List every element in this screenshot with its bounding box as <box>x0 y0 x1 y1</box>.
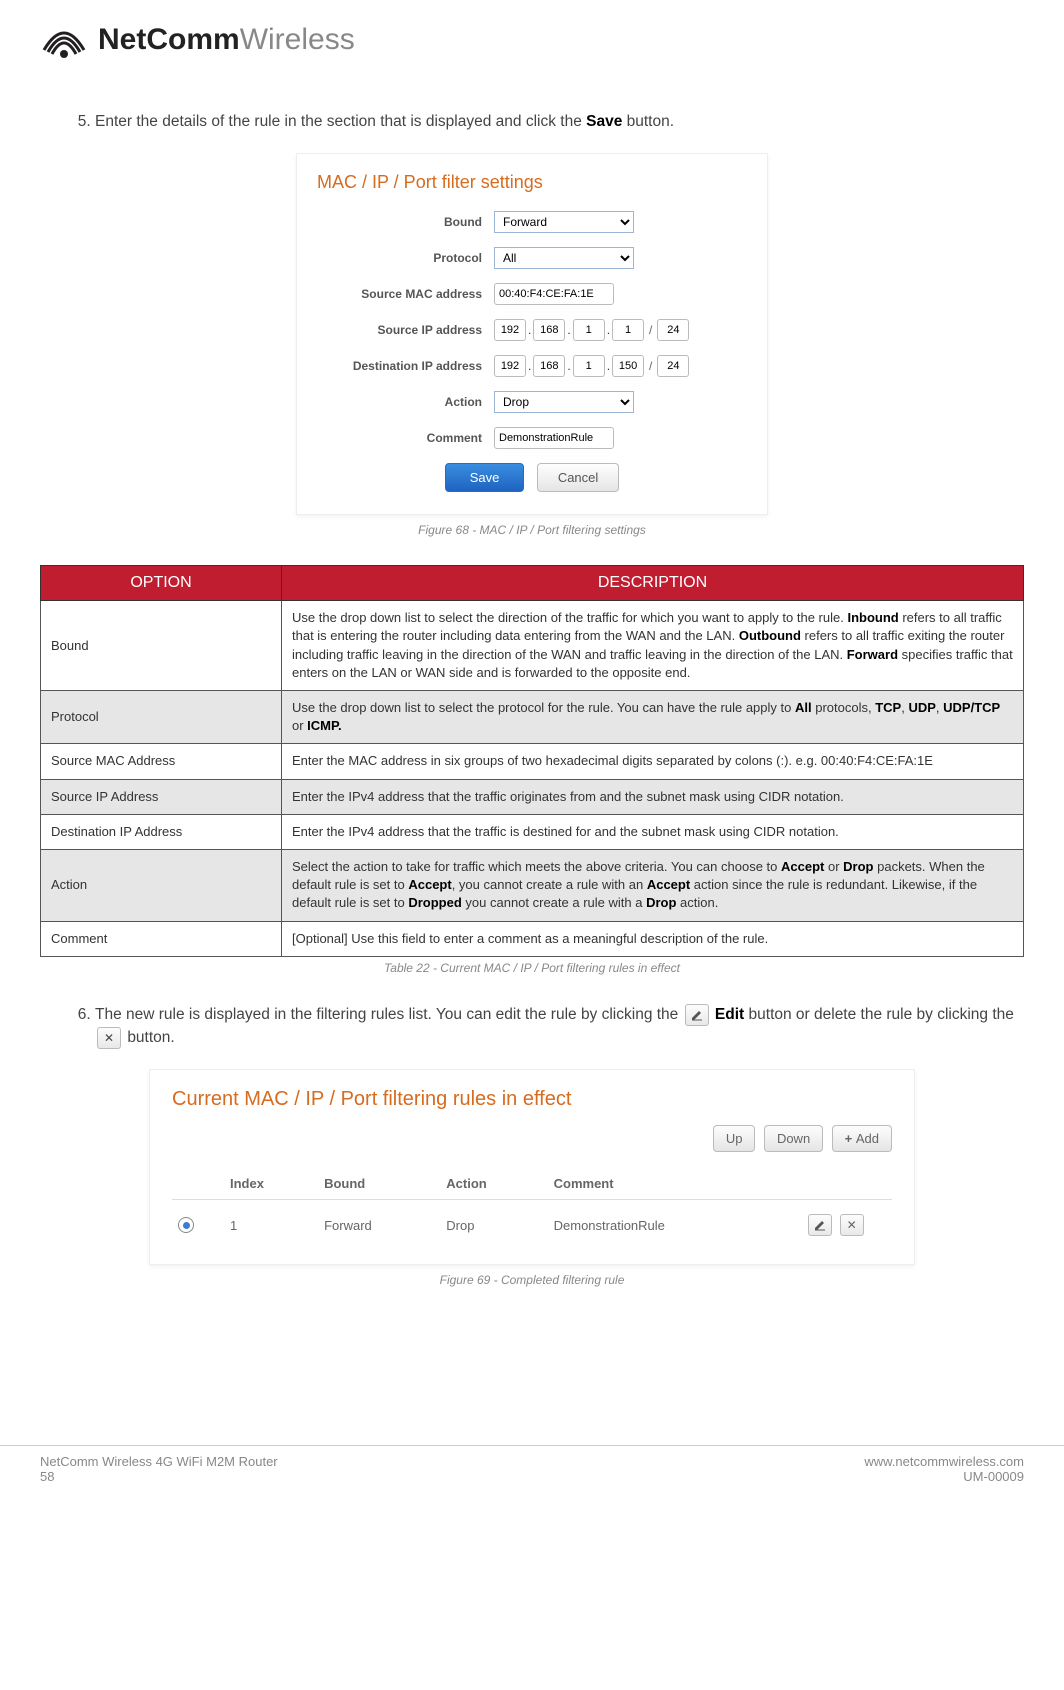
cell-index: 1 <box>224 1200 318 1239</box>
cell-description: Enter the IPv4 address that the traffic … <box>282 779 1024 814</box>
protocol-select[interactable]: All <box>494 247 634 269</box>
cell-description: Use the drop down list to select the pro… <box>282 691 1024 744</box>
rules-title: Current MAC / IP / Port filtering rules … <box>172 1088 892 1111</box>
cell-description: Select the action to take for traffic wh… <box>282 849 1024 921</box>
table-row: ActionSelect the action to take for traf… <box>41 849 1024 921</box>
delete-icon[interactable]: ✕ <box>97 1027 121 1049</box>
down-button[interactable]: Down <box>764 1125 823 1152</box>
src-ip-cidr[interactable] <box>657 319 689 341</box>
dst-ip-2[interactable] <box>533 355 565 377</box>
edit-icon[interactable] <box>685 1004 709 1026</box>
row-delete-icon[interactable]: ✕ <box>840 1214 864 1236</box>
label-bound: Bound <box>317 215 494 229</box>
footer-url: www.netcommwireless.com <box>864 1454 1024 1469</box>
dst-ip-1[interactable] <box>494 355 526 377</box>
table-row: 1 Forward Drop DemonstrationRule ✕ <box>172 1200 892 1239</box>
src-ip-3[interactable] <box>573 319 605 341</box>
add-button[interactable]: + Add <box>832 1125 892 1152</box>
cell-action: Drop <box>440 1200 547 1239</box>
panel-title: MAC / IP / Port filter settings <box>317 172 747 193</box>
cell-option: Source MAC Address <box>41 744 282 779</box>
page-footer: NetComm Wireless 4G WiFi M2M Router 58 w… <box>0 1445 1064 1500</box>
cell-comment: DemonstrationRule <box>548 1200 800 1239</box>
brand-text: NetCommWireless <box>98 23 355 57</box>
th-comment: Comment <box>548 1168 800 1200</box>
th-index: Index <box>224 1168 318 1200</box>
th-action: Action <box>440 1168 547 1200</box>
table-row: ProtocolUse the drop down list to select… <box>41 691 1024 744</box>
dst-ip-4[interactable] <box>612 355 644 377</box>
action-select[interactable]: Drop <box>494 391 634 413</box>
cell-option: Protocol <box>41 691 282 744</box>
save-button[interactable]: Save <box>445 463 525 492</box>
comment-input[interactable] <box>494 427 614 449</box>
label-protocol: Protocol <box>317 251 494 265</box>
footer-docid: UM-00009 <box>864 1469 1024 1484</box>
cell-description: Use the drop down list to select the dir… <box>282 601 1024 691</box>
footer-product: NetComm Wireless 4G WiFi M2M Router <box>40 1454 278 1469</box>
up-button[interactable]: Up <box>713 1125 756 1152</box>
th-option: OPTION <box>41 566 282 601</box>
table-22-caption: Table 22 - Current MAC / IP / Port filte… <box>40 961 1024 975</box>
figure-69-caption: Figure 69 - Completed filtering rule <box>40 1273 1024 1287</box>
label-dst-ip: Destination IP address <box>317 359 494 373</box>
options-table: OPTION DESCRIPTION BoundUse the drop dow… <box>40 565 1024 956</box>
cell-option: Action <box>41 849 282 921</box>
filter-settings-panel: MAC / IP / Port filter settings Bound Fo… <box>296 153 768 515</box>
cell-option: Source IP Address <box>41 779 282 814</box>
src-ip-2[interactable] <box>533 319 565 341</box>
th-description: DESCRIPTION <box>282 566 1024 601</box>
cell-option: Bound <box>41 601 282 691</box>
src-mac-input[interactable] <box>494 283 614 305</box>
bound-select[interactable]: Forward <box>494 211 634 233</box>
rules-panel: Current MAC / IP / Port filtering rules … <box>149 1069 915 1265</box>
row-edit-icon[interactable] <box>808 1214 832 1236</box>
table-row: Destination IP AddressEnter the IPv4 add… <box>41 814 1024 849</box>
cell-option: Destination IP Address <box>41 814 282 849</box>
step-6: The new rule is displayed in the filteri… <box>95 1003 1024 1050</box>
label-src-ip: Source IP address <box>317 323 494 337</box>
cancel-button[interactable]: Cancel <box>537 463 619 492</box>
table-row: Comment[Optional] Use this field to ente… <box>41 921 1024 956</box>
th-bound: Bound <box>318 1168 440 1200</box>
cell-bound: Forward <box>318 1200 440 1239</box>
cell-description: [Optional] Use this field to enter a com… <box>282 921 1024 956</box>
brand-logo: NetCommWireless <box>40 20 1024 60</box>
dst-ip-cidr[interactable] <box>657 355 689 377</box>
cell-description: Enter the MAC address in six groups of t… <box>282 744 1024 779</box>
row-radio[interactable] <box>178 1217 194 1233</box>
label-action: Action <box>317 395 494 409</box>
cell-option: Comment <box>41 921 282 956</box>
table-row: Source IP AddressEnter the IPv4 address … <box>41 779 1024 814</box>
footer-page: 58 <box>40 1469 278 1484</box>
table-row: BoundUse the drop down list to select th… <box>41 601 1024 691</box>
src-ip-4[interactable] <box>612 319 644 341</box>
label-comment: Comment <box>317 431 494 445</box>
step-5: Enter the details of the rule in the sec… <box>95 110 1024 133</box>
dst-ip-3[interactable] <box>573 355 605 377</box>
table-row: Source MAC AddressEnter the MAC address … <box>41 744 1024 779</box>
cell-description: Enter the IPv4 address that the traffic … <box>282 814 1024 849</box>
src-ip-1[interactable] <box>494 319 526 341</box>
logo-icon <box>40 20 88 60</box>
label-src-mac: Source MAC address <box>317 287 494 301</box>
figure-68-caption: Figure 68 - MAC / IP / Port filtering se… <box>40 523 1024 537</box>
